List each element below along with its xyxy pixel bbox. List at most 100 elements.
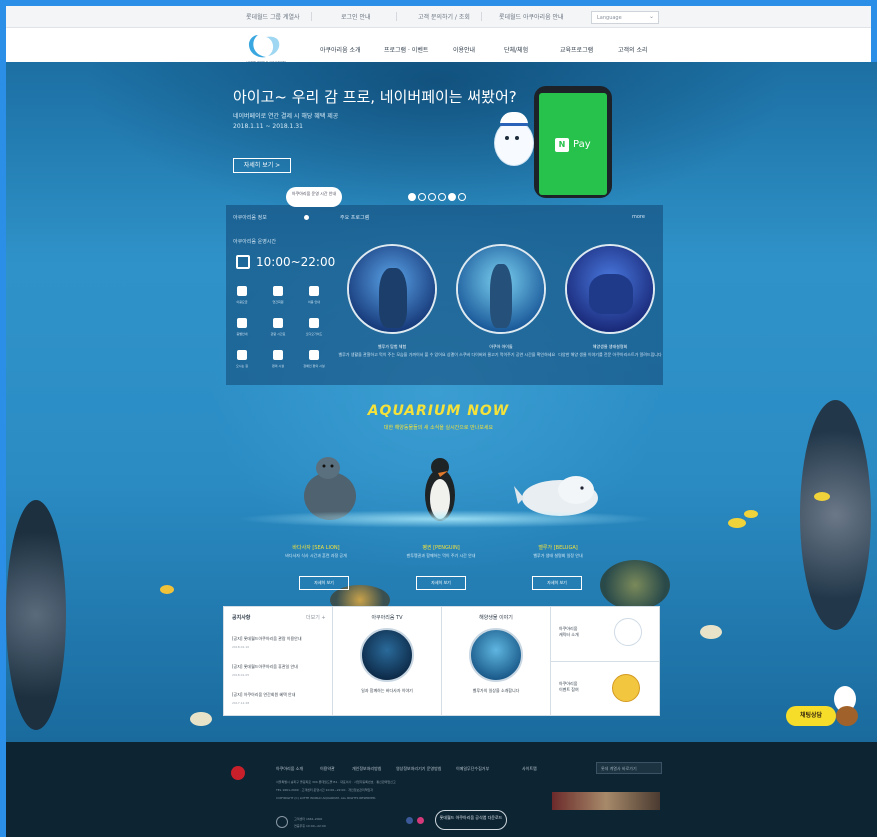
crescent-logo-icon: LOTTE WORLD AQUARIUM [246, 35, 286, 64]
footer-contact: TEL 1661-2000 · 고객센터 운영시간 10:00~22:00 · … [276, 788, 374, 792]
facility-label: 오시는 길 [236, 364, 248, 368]
footer-link[interactable]: 개인정보처리방침 [352, 766, 381, 772]
banner-page-dot[interactable] [448, 193, 456, 201]
instagram-icon[interactable] [417, 817, 424, 824]
util-divider [396, 12, 397, 21]
utility-bar: 롯데월드 그룹 계열사 로그인 안내 고객 문의하기 / 조회 롯데월드 아쿠아… [6, 6, 871, 28]
nav-customer[interactable]: 고객의 소리 [618, 45, 648, 54]
facility-link[interactable]: 편의 시설 [260, 350, 296, 376]
facility-label: 연간회원 [272, 300, 284, 304]
animal-desc: 바다사자 식사 시간과 훈련 과정 공개 [285, 553, 347, 558]
facility-link[interactable]: 이용 안내 [296, 286, 332, 312]
tv-card-thumbnail[interactable] [360, 628, 414, 682]
fish-decoration [160, 585, 174, 594]
program-thumbnail[interactable] [347, 244, 437, 334]
fish-decoration [744, 510, 758, 518]
animal-name: 펭귄 [PENGUIN] [422, 545, 460, 551]
facility-link[interactable]: 이용요금 [224, 286, 260, 312]
facility-label: 이용 안내 [308, 300, 320, 304]
facility-link[interactable]: 층별안내 [224, 318, 260, 344]
facility-icon [309, 286, 319, 296]
notice-more-link[interactable]: 더보기 + [306, 614, 326, 621]
card-divider [332, 606, 333, 716]
footer-link[interactable]: 사이트맵 [522, 766, 537, 772]
banner-page-dot[interactable] [438, 193, 446, 201]
util-link-contact[interactable]: 고객 문의하기 / 조회 [418, 12, 470, 21]
banner-page-dot[interactable] [408, 193, 416, 201]
util-divider [311, 12, 312, 21]
facebook-icon[interactable] [406, 817, 413, 824]
nav-programs[interactable]: 프로그램 · 이벤트 [384, 45, 428, 54]
banner-page-dot[interactable] [458, 193, 466, 201]
animal-detail-button[interactable]: 자세히 보기 [532, 576, 582, 590]
facility-link[interactable]: 오시는 길 [224, 350, 260, 376]
hours-label: 아쿠아리움 운영시간 [233, 239, 276, 245]
programs-more-link[interactable]: more [632, 214, 645, 220]
program-name: 벨루가 탐험 체험 [377, 344, 407, 349]
facility-link[interactable]: 장애인 편의 시설 [296, 350, 332, 376]
facility-link[interactable]: 관람 시간표 [260, 318, 296, 344]
nav-usage[interactable]: 이용안내 [453, 45, 475, 54]
banner-page-dot[interactable] [418, 193, 426, 201]
footer-link[interactable]: 이용약관 [320, 766, 335, 772]
program-thumbnail[interactable] [565, 244, 655, 334]
banner-page-dot[interactable] [428, 193, 436, 201]
story-card-title: 해양생물 이야기 [479, 615, 513, 621]
facility-icon [237, 350, 247, 360]
card-divider [550, 661, 660, 662]
footer-link[interactable]: 이메일무단수집거부 [456, 766, 489, 772]
fish-decoration [814, 492, 830, 501]
family-site-select[interactable]: 롯데 계열사 바로가기 [596, 762, 662, 774]
footer-copyright: COPYRIGHT (C) LOTTE WORLD AQUARIUM. ALL … [276, 796, 377, 800]
facility-icon [309, 318, 319, 328]
facility-label: 장애인 편의 시설 [303, 364, 325, 368]
notice-title: 공지사항 [232, 615, 251, 621]
chat-consult-button[interactable]: 채팅상담 [786, 706, 836, 726]
footer-link[interactable]: 아쿠아리움 소개 [276, 766, 303, 772]
util-divider [481, 12, 482, 21]
footer-call-hours: 연중무휴 10:00~22:00 [294, 824, 326, 828]
notice-item[interactable]: [공지] 롯데월드아쿠아리움 관람 이용안내 [232, 636, 302, 642]
facility-link[interactable]: 오디오가이드 [296, 318, 332, 344]
lotte-logo-icon[interactable] [231, 766, 245, 780]
phone-icon [276, 816, 288, 828]
story-card-caption[interactable]: 벨루가의 일상을 소개합니다 [442, 688, 550, 694]
facility-icon [273, 350, 283, 360]
facility-label: 이용요금 [236, 300, 248, 304]
app-download-button[interactable]: 롯데월드 아쿠아리움 공식앱 다운로드 [435, 810, 507, 830]
coral-left-decoration [6, 500, 66, 730]
nav-education[interactable]: 교육프로그램 [560, 45, 593, 54]
event-link[interactable]: 아쿠아리움 이벤트 참여 [559, 681, 579, 693]
banner-more-button[interactable]: 자세히 보기 > [233, 158, 291, 173]
facility-icon [309, 350, 319, 360]
stage-light [236, 510, 656, 528]
notice-item[interactable]: [공지] 롯데월드아쿠아리움 휴관일 안내 [232, 664, 298, 670]
notice-item[interactable]: [공지] 아쿠아리움 연간회원 혜택 안내 [232, 692, 295, 698]
program-desc: 다양한 해양 생물 이야기를 전문 아쿠아리스트가 알려드립니다 [558, 352, 662, 357]
language-select-label: Language [597, 15, 622, 21]
language-select[interactable]: Language ⌄ [591, 11, 659, 24]
facility-icon [237, 318, 247, 328]
nav-group[interactable]: 단체/체험 [504, 45, 528, 54]
facility-label: 오디오가이드 [305, 332, 323, 336]
program-thumbnail[interactable] [456, 244, 546, 334]
site-logo[interactable]: LOTTE WORLD AQUARIUM [236, 31, 296, 65]
footer-ad-banner[interactable] [552, 792, 660, 810]
story-card-thumbnail[interactable] [469, 628, 523, 682]
nav-about[interactable]: 아쿠아리움 소개 [320, 45, 361, 54]
animal-detail-button[interactable]: 자세히 보기 [299, 576, 349, 590]
mascot-hat [500, 112, 528, 126]
program-name: 아쿠아 아이돌 [489, 344, 513, 349]
character-link[interactable]: 아쿠아리움 캐릭터 소개 [559, 626, 579, 638]
mascot-eye [515, 136, 519, 140]
hours-tooltip-bubble: 아쿠아리움 운영 시간 안내 [286, 187, 342, 207]
animal-detail-button[interactable]: 자세히 보기 [416, 576, 466, 590]
util-link-guide[interactable]: 롯데월드 아쿠아리움 안내 [499, 12, 564, 21]
mascot-eye [505, 136, 509, 140]
tv-card-caption[interactable]: 일과 함께하는 바다사자 이야기 [333, 688, 441, 694]
operating-hours: 10:00~22:00 [256, 255, 336, 269]
facility-link[interactable]: 연간회원 [260, 286, 296, 312]
footer-link[interactable]: 영상정보처리기기 운영방침 [396, 766, 441, 772]
util-link-group[interactable]: 롯데월드 그룹 계열사 [246, 12, 300, 21]
util-link-login[interactable]: 로그인 안내 [341, 12, 371, 21]
